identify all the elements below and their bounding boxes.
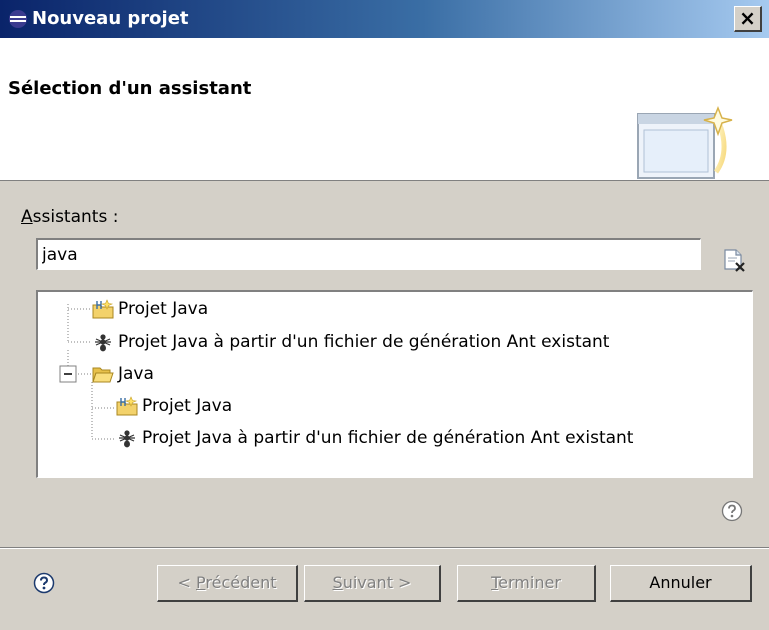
ant-icon <box>95 334 111 352</box>
tree-item-label: Projet Java <box>142 396 233 416</box>
window-title: Nouveau projet <box>32 8 189 29</box>
java-project-icon <box>92 299 114 319</box>
help-icon[interactable] <box>33 572 55 594</box>
next-button[interactable]: Suivant > <box>304 565 441 602</box>
tree-item-label: Projet Java à partir d'un fichier de gén… <box>118 332 610 352</box>
folder-open-icon <box>92 367 114 383</box>
wizard-tree[interactable]: Projet Java Projet Java à partir d'un fi… <box>36 290 753 478</box>
separator <box>0 547 769 549</box>
previous-button[interactable]: < Précédent <box>157 565 298 602</box>
help-icon[interactable] <box>721 500 743 522</box>
page-title: Sélection d'un assistant <box>8 78 252 99</box>
tree-item-label: Projet Java <box>118 299 209 319</box>
new-wizard-icon <box>637 106 733 179</box>
tree-item-label: Projet Java à partir d'un fichier de gén… <box>142 428 634 448</box>
cancel-button[interactable]: Annuler <box>610 565 752 602</box>
wizard-header: Sélection d'un assistant <box>0 38 769 181</box>
tree-item-label: Java <box>118 364 154 384</box>
title-bar: Nouveau projet × <box>0 0 769 38</box>
filter-input[interactable] <box>36 238 701 270</box>
wizards-label: Assistants : <box>21 207 119 227</box>
java-project-icon <box>116 396 138 416</box>
close-button[interactable]: × <box>734 6 762 32</box>
ant-icon <box>119 430 135 448</box>
clear-filter-icon[interactable] <box>722 248 746 272</box>
finish-button[interactable]: Terminer <box>457 565 596 602</box>
eclipse-icon <box>9 10 27 28</box>
